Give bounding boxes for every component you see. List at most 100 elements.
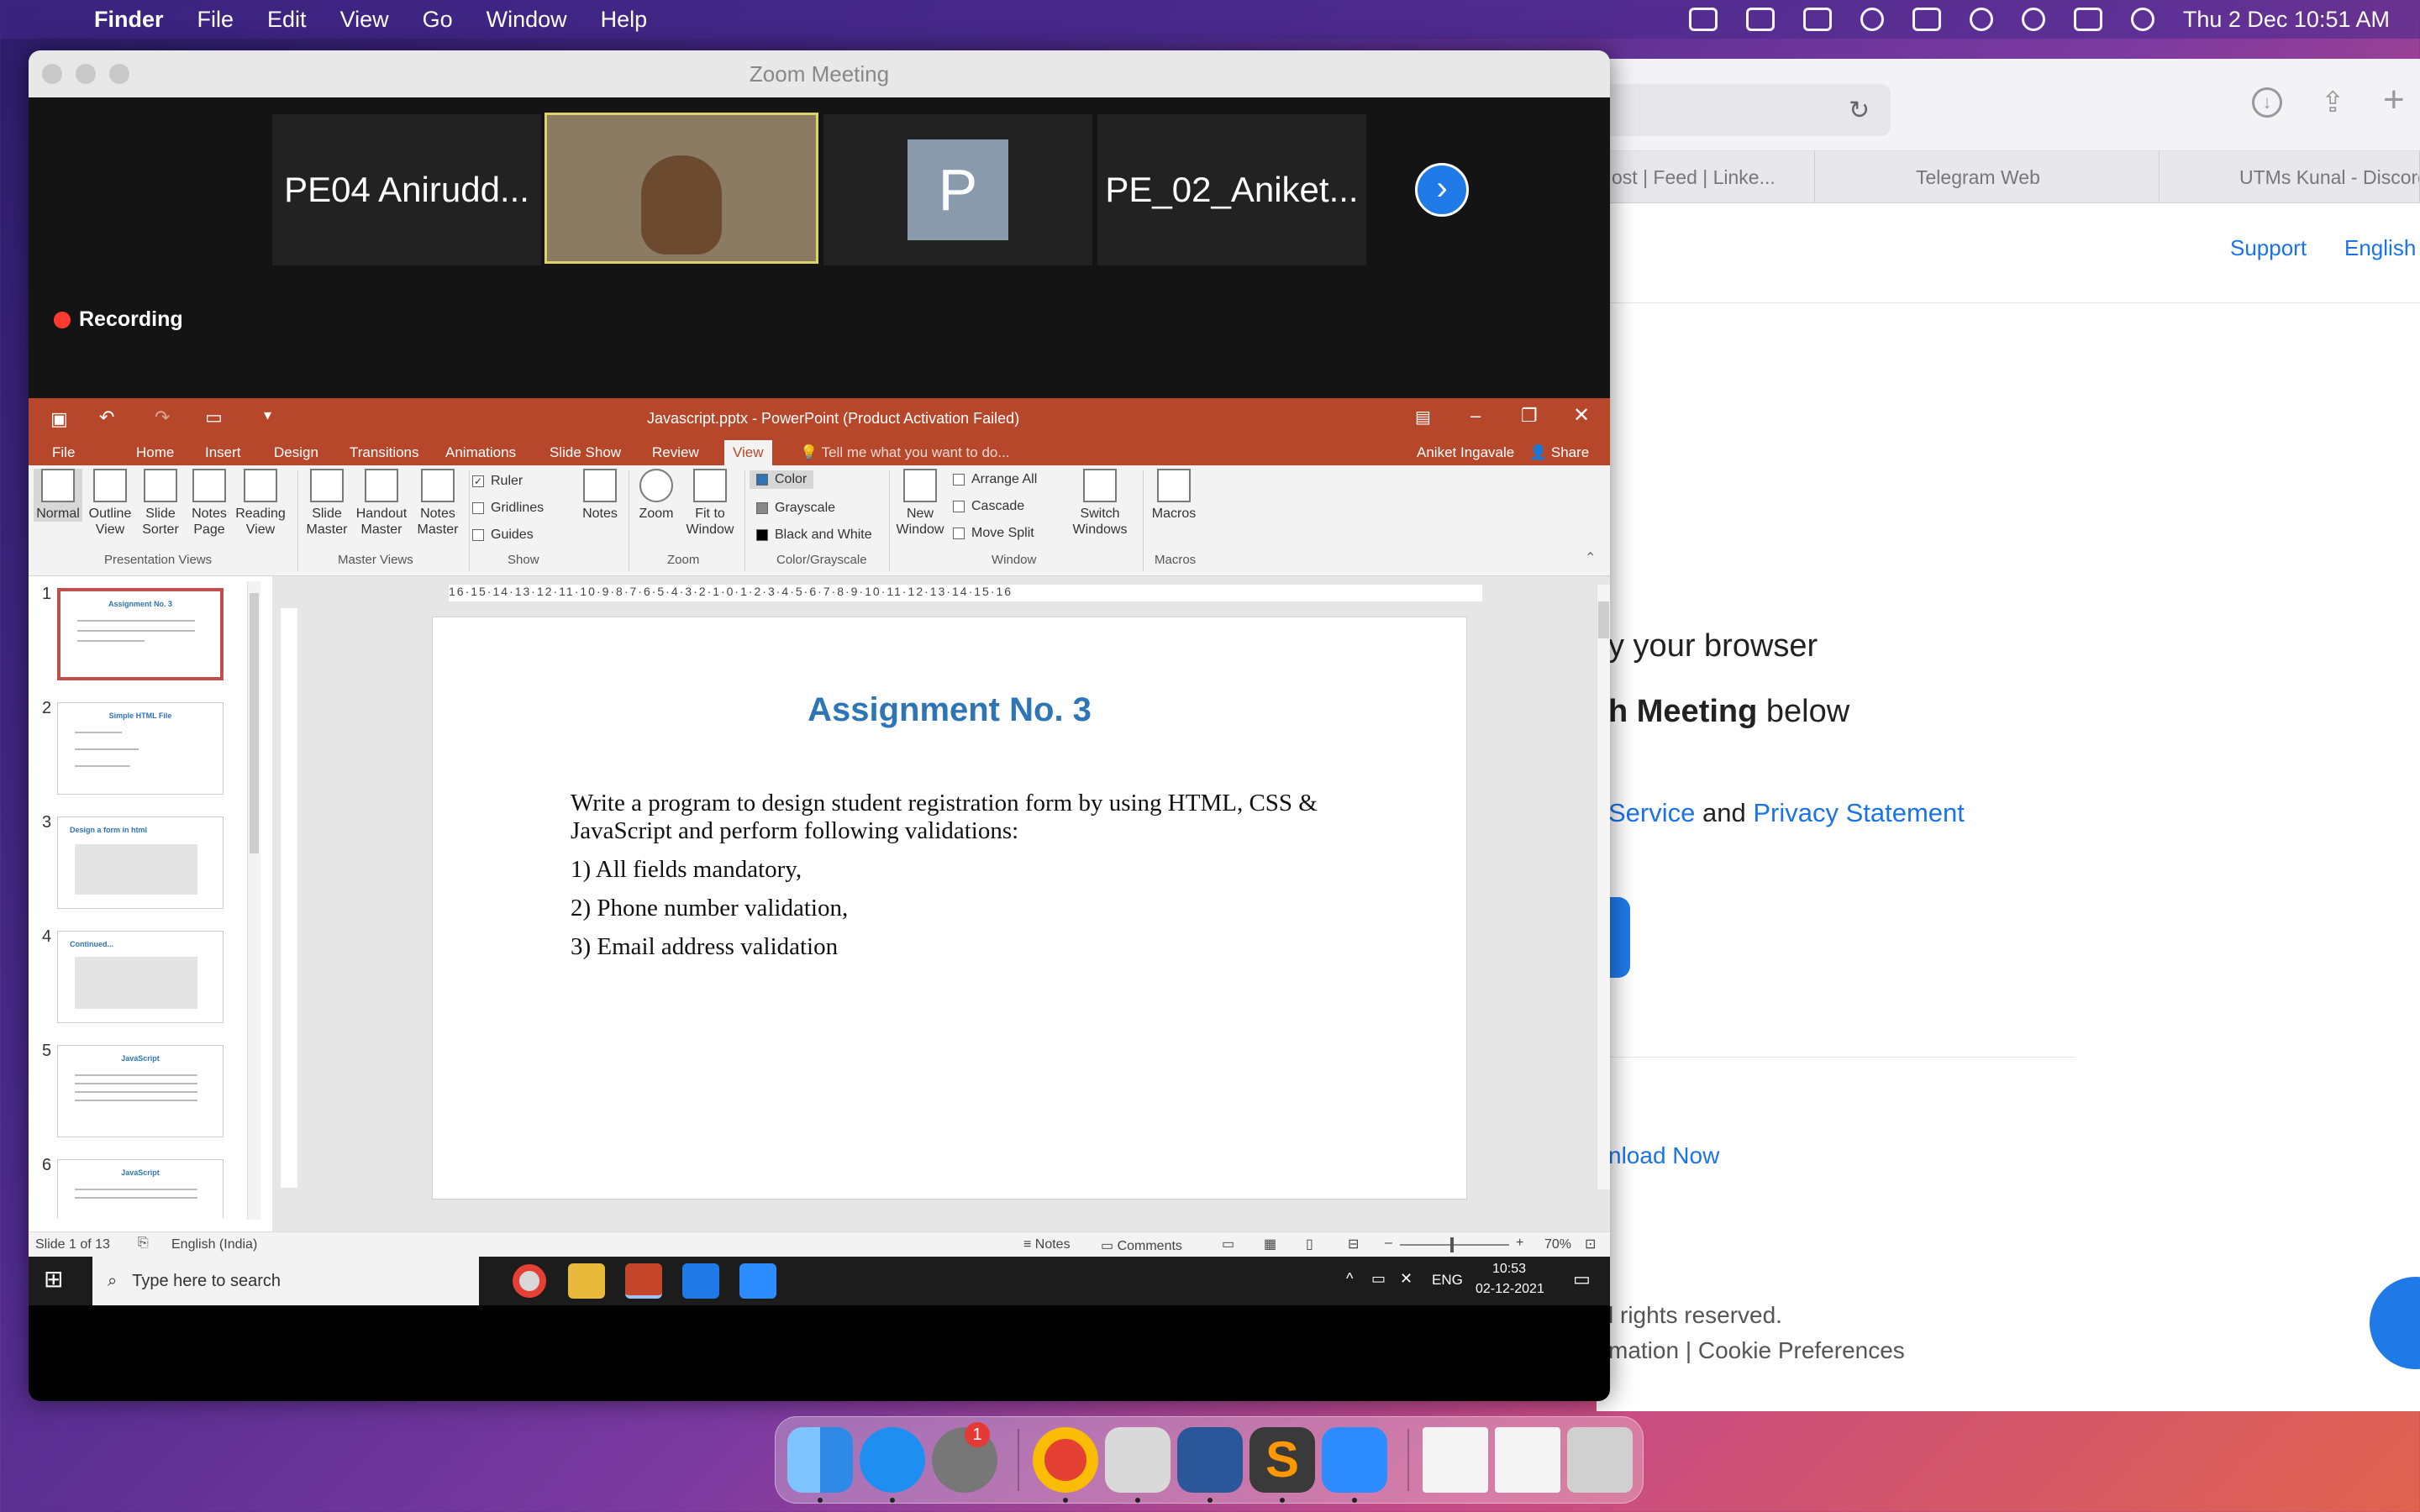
zoom-slider-handle[interactable] [1450,1237,1454,1252]
color-button[interactable]: Color [750,470,814,489]
zoom-out-icon[interactable]: – [1385,1236,1392,1251]
restore-icon[interactable]: ❐ [1521,405,1538,427]
language-status[interactable]: English (India) [171,1237,257,1252]
participant-video-tile[interactable] [544,113,818,264]
user-name[interactable]: Aniket Ingavale [1417,440,1514,465]
tab-insert[interactable]: Insert [205,440,241,465]
menu-window[interactable]: Window [487,7,567,33]
pin-icon[interactable] [1745,8,1775,31]
grayscale-button[interactable]: Grayscale [756,501,835,516]
undo-icon[interactable]: ↶ [99,407,114,428]
cookie-preferences-link[interactable]: Cookie Preferences [1698,1337,1905,1363]
battery-tray-icon[interactable]: ▭ [1371,1270,1386,1288]
trash-icon[interactable] [1567,1427,1633,1493]
thumbnail-scrollbar[interactable] [247,581,260,1220]
chrome-icon[interactable] [1033,1427,1098,1493]
redo-icon[interactable]: ↷ [155,407,170,428]
zoom-dock-icon[interactable] [1322,1427,1387,1493]
slideshow-icon[interactable]: ⊟ [1348,1236,1359,1252]
file-explorer-icon[interactable] [568,1263,605,1299]
save-icon[interactable]: ▣ [50,408,68,430]
footer-link[interactable]: mation [1608,1337,1679,1363]
slide-title[interactable]: Assignment No. 3 [433,691,1466,729]
slide-sorter-icon[interactable]: ▦ [1264,1236,1276,1252]
word-icon[interactable] [1177,1427,1243,1493]
finder-icon[interactable] [787,1427,853,1493]
tab-view[interactable]: View [724,440,772,465]
slide-thumbnail[interactable]: Simple HTML File [57,702,224,795]
fit-to-window-button[interactable]: Fit to Window [682,469,738,538]
macros-button[interactable]: Macros [1146,469,1202,522]
menu-file[interactable]: File [197,7,234,33]
editor-scrollbar[interactable] [1597,585,1610,1189]
notes-button[interactable]: Notes [578,469,622,522]
new-tab-icon[interactable]: + [2383,79,2405,121]
language-link[interactable]: English [2344,235,2416,261]
participant-tile[interactable]: PE04 Anirudd... [272,114,541,265]
handout-master-button[interactable]: Handout Master [353,469,410,538]
tos-link[interactable]: Service [1608,798,1695,827]
tab-home[interactable]: Home [136,440,174,465]
sublime-text-icon[interactable]: S [1249,1427,1315,1493]
close-icon[interactable]: ✕ [1573,403,1590,428]
ribbon-display-icon[interactable]: ▤ [1415,407,1431,428]
document-stack-icon[interactable] [1423,1427,1488,1493]
menu-help[interactable]: Help [601,7,648,33]
tray-chevron-icon[interactable]: ^ [1346,1270,1353,1288]
recording-indicator[interactable]: Recording [54,307,183,332]
arrange-all-button[interactable]: Arrange All [953,472,1037,487]
download-link[interactable]: nload Now [1608,1142,1719,1169]
slide-thumbnail[interactable]: Assignment No. 3 [57,588,224,680]
input-language[interactable]: ENG [1432,1272,1463,1289]
customize-icon[interactable]: ▾ [264,407,271,424]
zoom-level[interactable]: 70% [1544,1237,1571,1252]
preview-icon[interactable] [1105,1427,1171,1493]
tab-animations[interactable]: Animations [445,440,516,465]
slide-thumbnail[interactable]: JavaScript [57,1159,224,1218]
reload-icon[interactable]: ↻ [1849,96,1870,125]
windows-start-icon[interactable]: ⊞ [44,1265,63,1293]
menu-clock[interactable]: Thu 2 Dec 10:51 AM [2183,7,2390,33]
fit-slide-icon[interactable]: ⊡ [1585,1236,1596,1252]
slide-thumbnail[interactable]: Continued... [57,931,224,1023]
slide-thumbnail[interactable]: Design a form in html [57,816,224,909]
menu-edit[interactable]: Edit [267,7,307,33]
support-link[interactable]: Support [2230,235,2307,261]
slide-body[interactable]: Write a program to design student regist… [571,790,1327,972]
close-window-button[interactable] [42,64,62,84]
tab-design[interactable]: Design [274,440,318,465]
minimize-window-button[interactable] [76,64,96,84]
scroll-thumb[interactable] [250,593,259,853]
bluetooth-icon[interactable] [1860,8,1884,31]
wifi-icon[interactable] [1969,8,1993,31]
powerpoint-icon[interactable] [625,1263,662,1299]
normal-view-button[interactable]: Normal [34,469,82,522]
volume-mute-icon[interactable]: ✕ [1400,1270,1413,1288]
switch-windows-button[interactable]: Switch Windows [1064,469,1136,538]
normal-view-icon[interactable]: ▭ [1222,1236,1234,1252]
new-window-button[interactable]: New Window [894,469,946,538]
participant-tile[interactable]: PE_02_Aniket... [1097,114,1366,265]
gridlines-checkbox[interactable]: Gridlines [472,501,544,516]
safari-icon[interactable] [860,1427,925,1493]
tab-discord[interactable]: UTMs Kunal - Discord [2160,151,2420,203]
slide-sorter-button[interactable]: Slide Sorter [136,469,185,538]
share-icon[interactable]: ⇪ [2321,86,2345,119]
slide-master-button[interactable]: Slide Master [302,469,351,538]
reading-view-button[interactable]: Reading View [234,469,287,538]
taskbar-time[interactable]: 10:53 [1492,1262,1526,1277]
privacy-link[interactable]: Privacy Statement [1753,798,1965,827]
menu-view[interactable]: View [340,7,389,33]
taskbar-date[interactable]: 02-12-2021 [1476,1282,1544,1297]
tab-file[interactable]: File [52,440,75,465]
spelling-icon[interactable]: ⎘ [138,1236,149,1251]
comments-toggle[interactable]: ▭ Comments [1101,1237,1182,1254]
battery-icon[interactable] [1912,8,1941,31]
share-button[interactable]: 👤 Share [1529,440,1589,465]
next-page-button[interactable]: › [1415,163,1469,217]
tab-review[interactable]: Review [652,440,699,465]
zoom-slider[interactable] [1400,1237,1509,1252]
zoom-app-icon[interactable] [739,1263,776,1299]
tell-me-box[interactable]: 💡 Tell me what you want to do... [800,440,1010,465]
apple-icon[interactable] [29,5,54,34]
